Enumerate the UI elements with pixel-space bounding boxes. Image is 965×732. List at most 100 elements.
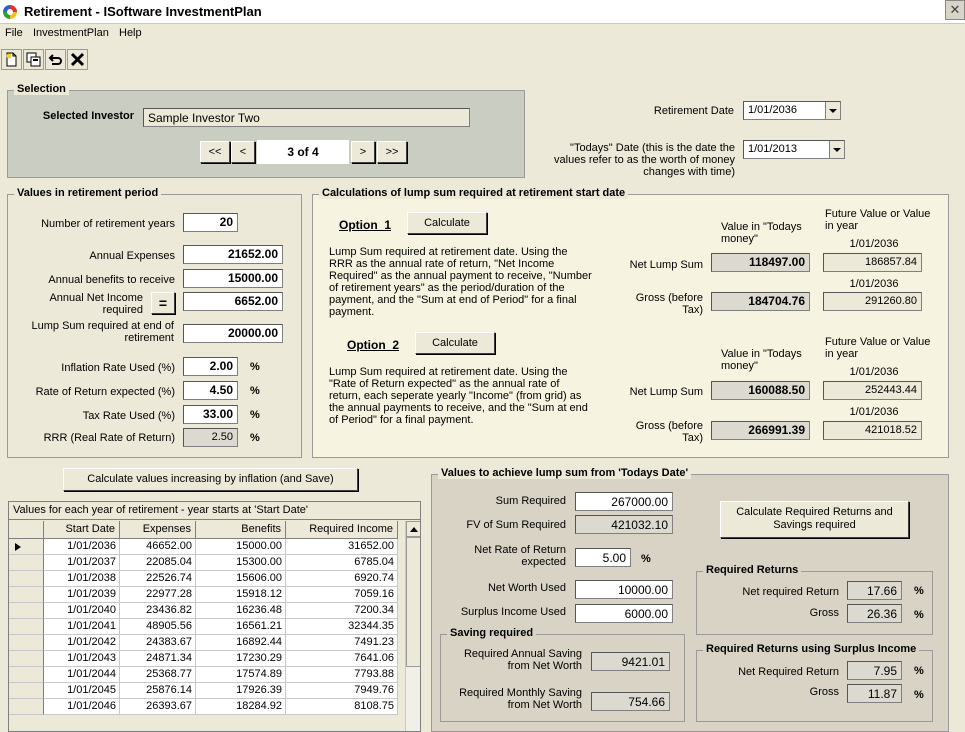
table-cell[interactable]: 23436.82	[120, 603, 196, 619]
menu-help[interactable]: Help	[119, 27, 142, 39]
row-selector[interactable]	[9, 587, 44, 603]
table-cell[interactable]: 1/01/2040	[44, 603, 120, 619]
annual-benefits-input[interactable]: 15000.00	[183, 269, 283, 288]
net-rate-input[interactable]: 5.00	[575, 548, 631, 567]
lump-sum-end-input[interactable]: 20000.00	[183, 324, 283, 343]
delete-button[interactable]	[67, 49, 88, 70]
menu-investmentplan[interactable]: InvestmentPlan	[33, 27, 109, 39]
calc-net-income-button[interactable]: =	[151, 292, 175, 314]
row-selector[interactable]	[9, 571, 44, 587]
grid-scrollbar[interactable]	[405, 521, 420, 731]
retirement-years-input[interactable]: 20	[183, 213, 238, 232]
tax-rate-input[interactable]: 33.00	[183, 405, 238, 424]
table-cell[interactable]: 1/01/2041	[44, 619, 120, 635]
new-button[interactable]	[1, 49, 22, 70]
table-cell[interactable]: 1/01/2037	[44, 555, 120, 571]
table-row[interactable]: 1/01/2037 22085.04 15300.00 6785.04	[9, 555, 405, 571]
table-cell[interactable]: 26393.67	[120, 699, 196, 715]
table-row[interactable]: 1/01/2041 48905.56 16561.21 32344.35	[9, 619, 405, 635]
table-cell[interactable]: 32344.35	[286, 619, 398, 635]
close-window-button[interactable]: ✕	[945, 0, 965, 20]
first-record-button[interactable]: <<	[200, 141, 230, 163]
table-row[interactable]: 1/01/2036 46652.00 15000.00 31652.00	[9, 539, 405, 555]
table-cell[interactable]: 6920.74	[286, 571, 398, 587]
menu-file[interactable]: File	[5, 27, 23, 39]
row-selector[interactable]	[9, 539, 44, 555]
row-selector[interactable]	[9, 699, 44, 715]
table-cell[interactable]: 24383.67	[120, 635, 196, 651]
retirement-date-select[interactable]: 1/01/2036	[743, 101, 841, 120]
annual-expenses-input[interactable]: 21652.00	[183, 245, 283, 264]
table-row[interactable]: 1/01/2038 22526.74 15606.00 6920.74	[9, 571, 405, 587]
annual-net-income-input[interactable]: 6652.00	[183, 292, 283, 311]
table-cell[interactable]: 7641.06	[286, 651, 398, 667]
inflation-rate-input[interactable]: 2.00	[183, 357, 238, 376]
table-cell[interactable]: 22085.04	[120, 555, 196, 571]
calculate-inflation-button[interactable]: Calculate values increasing by inflation…	[63, 468, 358, 491]
table-cell[interactable]: 22977.28	[120, 587, 196, 603]
option1-calculate-button[interactable]: Calculate	[407, 212, 487, 234]
scroll-thumb[interactable]	[406, 537, 420, 667]
table-row[interactable]: 1/01/2046 26393.67 18284.92 8108.75	[9, 699, 405, 715]
row-selector[interactable]	[9, 683, 44, 699]
option2-calculate-button[interactable]: Calculate	[415, 332, 495, 354]
table-cell[interactable]: 1/01/2036	[44, 539, 120, 555]
next-record-button[interactable]: >	[351, 141, 375, 163]
selected-investor-field[interactable]: Sample Investor Two	[143, 108, 470, 127]
table-row[interactable]: 1/01/2042 24383.67 16892.44 7491.23	[9, 635, 405, 651]
table-cell[interactable]: 1/01/2046	[44, 699, 120, 715]
last-record-button[interactable]: >>	[377, 141, 407, 163]
undo-button[interactable]	[45, 49, 66, 70]
table-cell[interactable]: 1/01/2038	[44, 571, 120, 587]
table-cell[interactable]: 16236.48	[196, 603, 286, 619]
copy-button[interactable]	[23, 49, 44, 70]
calculate-required-returns-button[interactable]: Calculate Required Returns and Savings r…	[720, 501, 909, 538]
row-selector[interactable]	[9, 555, 44, 571]
table-cell[interactable]: 15000.00	[196, 539, 286, 555]
table-cell[interactable]: 1/01/2043	[44, 651, 120, 667]
table-cell[interactable]: 48905.56	[120, 619, 196, 635]
row-selector[interactable]	[9, 667, 44, 683]
table-cell[interactable]: 31652.00	[286, 539, 398, 555]
table-cell[interactable]: 7491.23	[286, 635, 398, 651]
table-cell[interactable]: 1/01/2045	[44, 683, 120, 699]
row-selector[interactable]	[9, 651, 44, 667]
table-cell[interactable]: 7200.34	[286, 603, 398, 619]
table-cell[interactable]: 15918.12	[196, 587, 286, 603]
table-cell[interactable]: 7059.16	[286, 587, 398, 603]
row-selector[interactable]	[9, 619, 44, 635]
table-row[interactable]: 1/01/2039 22977.28 15918.12 7059.16	[9, 587, 405, 603]
table-row[interactable]: 1/01/2043 24871.34 17230.29 7641.06	[9, 651, 405, 667]
row-selector[interactable]	[9, 635, 44, 651]
table-cell[interactable]: 1/01/2039	[44, 587, 120, 603]
table-cell[interactable]: 7793.88	[286, 667, 398, 683]
net-worth-input[interactable]: 10000.00	[575, 580, 673, 599]
table-cell[interactable]: 6785.04	[286, 555, 398, 571]
row-selector[interactable]	[9, 603, 44, 619]
scroll-up-icon[interactable]	[406, 521, 420, 537]
table-cell[interactable]: 1/01/2042	[44, 635, 120, 651]
table-cell[interactable]: 17926.39	[196, 683, 286, 699]
table-cell[interactable]: 17574.89	[196, 667, 286, 683]
grid-col-required-income[interactable]: Required Income	[286, 521, 398, 539]
surplus-income-input[interactable]: 6000.00	[575, 604, 673, 623]
grid-col-benefits[interactable]: Benefits	[196, 521, 286, 539]
table-row[interactable]: 1/01/2040 23436.82 16236.48 7200.34	[9, 603, 405, 619]
prev-record-button[interactable]: <	[231, 141, 255, 163]
table-cell[interactable]: 1/01/2044	[44, 667, 120, 683]
table-cell[interactable]: 25368.77	[120, 667, 196, 683]
table-cell[interactable]: 46652.00	[120, 539, 196, 555]
table-cell[interactable]: 22526.74	[120, 571, 196, 587]
table-cell[interactable]: 7949.76	[286, 683, 398, 699]
retirement-years-grid[interactable]: Values for each year of retirement - yea…	[8, 501, 421, 732]
table-cell[interactable]: 25876.14	[120, 683, 196, 699]
return-rate-input[interactable]: 4.50	[183, 381, 238, 400]
table-cell[interactable]: 8108.75	[286, 699, 398, 715]
table-row[interactable]: 1/01/2045 25876.14 17926.39 7949.76	[9, 683, 405, 699]
table-cell[interactable]: 24871.34	[120, 651, 196, 667]
grid-col-expenses[interactable]: Expenses	[120, 521, 196, 539]
table-cell[interactable]: 18284.92	[196, 699, 286, 715]
sum-required-input[interactable]: 267000.00	[575, 492, 673, 511]
grid-col-start-date[interactable]: Start Date	[44, 521, 120, 539]
todays-date-select[interactable]: 1/01/2013	[743, 140, 845, 159]
